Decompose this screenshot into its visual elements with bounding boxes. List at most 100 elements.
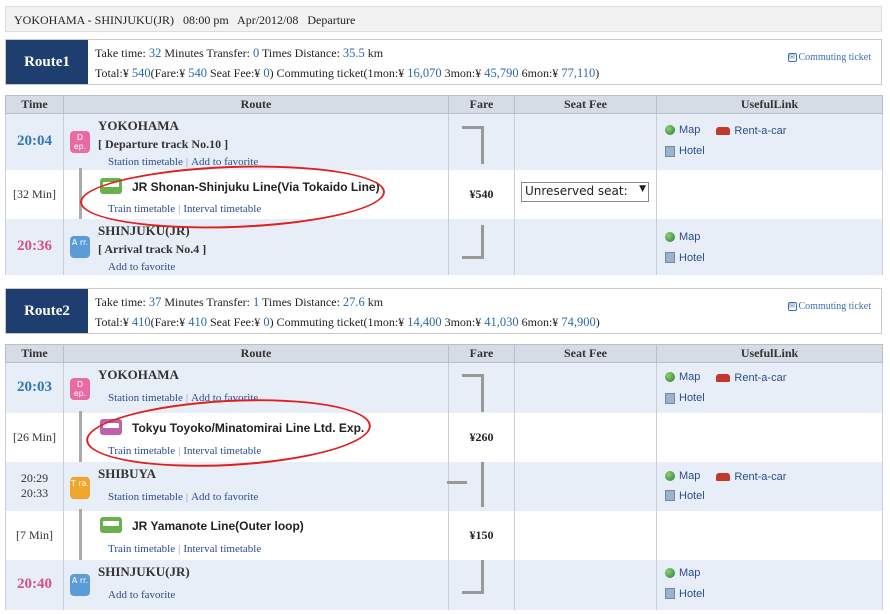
add-favorite-link[interactable]: Add to favorite [191, 392, 258, 404]
commuting-ticket-link[interactable]: ✉ Commuting ticket [787, 301, 872, 312]
label-total: Total:¥ [95, 315, 132, 329]
commute-3mon-value: 45,790 [484, 66, 519, 80]
label-total: Total:¥ [95, 66, 132, 80]
col-time: Time [5, 344, 64, 363]
label-seat-fee: Seat Fee:¥ [206, 315, 264, 329]
take-time-value: 32 [148, 46, 162, 60]
train-links: Train timetable | Interval timetable [108, 202, 262, 215]
arrival-track: [ Arrival track No.4 ] [98, 241, 207, 256]
commuting-ticket-link[interactable]: ✉ Commuting ticket [787, 52, 871, 63]
map-link[interactable]: Map [665, 124, 700, 136]
map-link[interactable]: Map [665, 567, 700, 579]
add-favorite-link[interactable]: Add to favorite [191, 156, 258, 168]
useful-links-row1: Map [665, 567, 716, 581]
route-bracket [462, 461, 484, 507]
station-timetable-link[interactable]: Station timetable [108, 156, 183, 168]
train-timetable-link[interactable]: Train timetable [108, 445, 175, 457]
col-fare: Fare [448, 95, 515, 114]
transfer-arrival-time: 20:29 [20, 471, 49, 485]
globe-icon [665, 372, 675, 382]
hotel-link[interactable]: Hotel [665, 252, 705, 264]
segment-fare: ¥150 [448, 510, 515, 560]
departure-badge-icon: D ep. [70, 131, 90, 153]
rent-a-car-label: Rent-a-car [734, 470, 787, 483]
take-time-value: 37 [148, 295, 162, 309]
label-seat-fee: Seat Fee:¥ [206, 66, 264, 80]
label-take-time: Take time: [95, 295, 149, 309]
useful-links-row1: Map Rent-a-car [665, 124, 802, 138]
add-favorite-link[interactable]: Add to favorite [108, 261, 175, 273]
map-link[interactable]: Map [665, 371, 700, 383]
arrival-station[interactable]: SHINJUKU(JR) [98, 223, 190, 239]
station-timetable-link[interactable]: Station timetable [108, 392, 183, 404]
arrival-badge-icon: A rr. [70, 573, 90, 596]
chevron-down-icon: ▼ [639, 183, 646, 194]
commute-1mon-value: 16,070 [407, 66, 442, 80]
add-favorite-link[interactable]: Add to favorite [191, 491, 258, 503]
route1-summary: Route1 Take time: 32 Minutes Transfer: 0… [5, 39, 882, 85]
label-3mon: 3mon:¥ [441, 66, 485, 80]
arrival-time: 20:40 [5, 559, 64, 610]
train-timetable-link[interactable]: Train timetable [108, 203, 175, 215]
route-line-bar [79, 410, 82, 464]
useful-links-row2: Hotel [665, 490, 721, 505]
seat-type-select[interactable]: Unreserved seat: ▼ [521, 181, 649, 202]
useful-links-row2: Hotel [665, 588, 721, 603]
station-timetable-link[interactable]: Station timetable [108, 491, 183, 503]
arrival-badge-icon: A rr. [70, 235, 90, 258]
col-time: Time [5, 95, 64, 114]
station-links: Station timetable | Add to favorite [108, 156, 259, 168]
train-line-name: JR Shonan-Shinjuku Line(Via Tokaido Line… [132, 179, 380, 194]
departure-station[interactable]: YOKOHAMA [98, 367, 179, 383]
useful-links-row1: Map Rent-a-car [665, 470, 802, 484]
rent-a-car-link[interactable]: Rent-a-car [716, 471, 786, 483]
interval-timetable-link[interactable]: Interval timetable [183, 203, 261, 215]
commuting-ticket-label: Commuting ticket [798, 301, 872, 312]
add-favorite-link[interactable]: Add to favorite [108, 589, 175, 601]
hotel-icon [665, 392, 675, 404]
commute-6mon-value: 77,110 [561, 66, 596, 80]
train-links: Train timetable | Interval timetable [108, 542, 262, 555]
ticket-icon: ✉ [787, 302, 797, 311]
rent-a-car-link[interactable]: Rent-a-car [716, 372, 786, 384]
route2-departure-row: 20:03 D ep. YOKOHAMA Station timetable | A… [5, 362, 883, 413]
departure-track: [ Departure track No.10 ] [98, 137, 229, 151]
transfer-station[interactable]: SHIBUYA [98, 466, 156, 482]
col-fare: Fare [448, 344, 515, 363]
train-icon [100, 177, 122, 194]
total-value: 410 [131, 315, 151, 329]
car-icon [716, 374, 731, 382]
hotel-link[interactable]: Hotel [665, 392, 705, 404]
map-label: Map [679, 469, 701, 482]
hotel-link[interactable]: Hotel [665, 490, 705, 502]
interval-timetable-link[interactable]: Interval timetable [183, 445, 261, 457]
label-take-time: Take time: [95, 46, 149, 60]
route2-line1-row: [26 Min] Tokyu Toyoko/Minatomirai Line L… [5, 410, 883, 464]
route1-arrival-row: 20:36 A rr. SHINJUKU(JR) [ Arrival track… [5, 218, 883, 275]
hotel-label: Hotel [679, 489, 705, 502]
departure-station[interactable]: YOKOHAMA [98, 118, 179, 134]
train-line-name: Tokyu Toyoko/Minatomirai Line Ltd. Exp. [132, 420, 365, 435]
train-links: Train timetable | Interval timetable [108, 444, 262, 457]
interval-timetable-link[interactable]: Interval timetable [183, 543, 261, 555]
rent-a-car-link[interactable]: Rent-a-car [716, 125, 786, 137]
col-route: Route [63, 95, 449, 114]
useful-links-row2: Hotel [665, 392, 721, 407]
route2-line2-row: [7 Min] JR Yamanote Line(Outer loop) Tra… [5, 508, 883, 562]
train-icon [100, 418, 122, 435]
map-link[interactable]: Map [665, 231, 700, 243]
hotel-link[interactable]: Hotel [665, 588, 705, 600]
map-link[interactable]: Map [665, 470, 700, 482]
arrival-station[interactable]: SHINJUKU(JR) [98, 564, 190, 580]
commute-3mon-value: 41,030 [484, 315, 519, 329]
arrival-time: 20:36 [5, 218, 64, 275]
map-label: Map [679, 371, 701, 383]
ride-duration: [7 Min] [5, 510, 64, 560]
route1-summary-line1: Take time: 32 Minutes Transfer: 0 Times … [95, 46, 383, 61]
hotel-link[interactable]: Hotel [665, 145, 705, 157]
label-commuting-1mon: ) Commuting ticket(1mon:¥ [269, 315, 408, 329]
label-transfer: Minutes Transfer: [161, 295, 253, 309]
route1-summary-line2: Total:¥ 540(Fare:¥ 540 Seat Fee:¥ 0) Com… [95, 66, 599, 81]
station-links: Station timetable | Add to favorite [108, 392, 259, 404]
train-timetable-link[interactable]: Train timetable [108, 543, 175, 555]
